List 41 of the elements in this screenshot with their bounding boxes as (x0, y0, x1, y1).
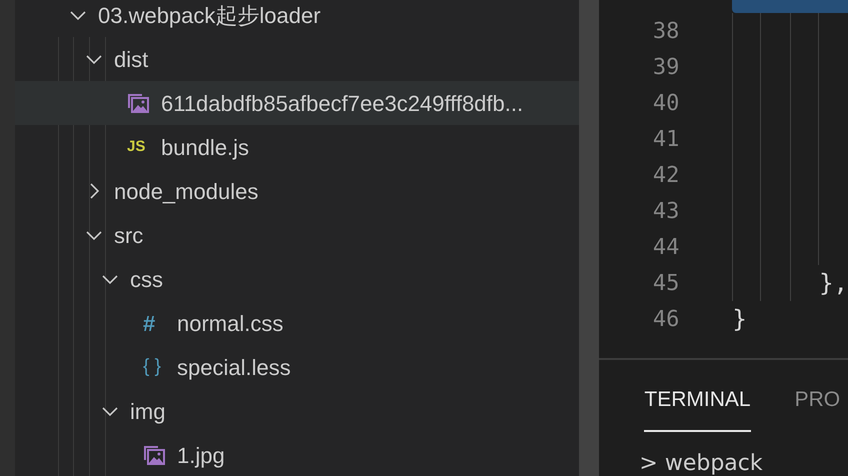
folder-item[interactable]: src (14, 213, 580, 257)
panel-tab[interactable]: TERMINAL (644, 384, 751, 432)
folder-item[interactable]: 03.webpack起步loader (14, 0, 580, 37)
item-label: img (130, 398, 166, 426)
folder-item[interactable]: css (14, 257, 580, 301)
file-item[interactable]: # normal.css (14, 301, 580, 345)
line-number: 46 (652, 306, 680, 334)
code-line: }, (818, 268, 848, 299)
line-number: 38 (652, 18, 680, 46)
code-line: } (732, 304, 747, 335)
line-number: 43 (652, 198, 680, 226)
file-item[interactable]: 1.jpg (14, 433, 580, 476)
folder-item[interactable]: node_modules (14, 169, 580, 213)
image-file-icon (142, 445, 165, 465)
item-label: 611dabdfb85afbecf7ee3c249fff8dfb... (160, 90, 524, 118)
line-number: 44 (652, 234, 680, 262)
item-label: dist (114, 46, 148, 74)
item-label: 03.webpack起步loader (98, 2, 321, 30)
item-label: node_modules (114, 178, 258, 206)
file-item[interactable]: JS bundle.js (14, 125, 580, 169)
braces-icon: { } (142, 352, 165, 382)
line-number: 39 (652, 54, 680, 82)
line-number: 42 (652, 162, 680, 190)
item-label: css (130, 266, 163, 294)
folder-item[interactable]: img (14, 389, 580, 433)
hash-icon: # (142, 306, 165, 340)
js-file-icon: JS (126, 136, 149, 158)
terminal-line: > webpack (638, 452, 764, 476)
image-file-icon (126, 93, 149, 113)
line-number: 40 (652, 90, 680, 118)
line-number: 45 (652, 270, 680, 298)
item-label: special.less (176, 354, 291, 382)
line-number: 41 (652, 126, 680, 154)
panel-tab[interactable]: PRO (794, 384, 840, 432)
item-label: src (114, 222, 144, 250)
item-label: bundle.js (160, 134, 250, 162)
item-label: normal.css (176, 310, 284, 338)
file-item[interactable]: 611dabdfb85afbecf7ee3c249fff8dfb... (14, 81, 580, 125)
file-item[interactable]: { } special.less (14, 345, 580, 389)
item-label: 1.jpg (176, 442, 225, 470)
folder-item[interactable]: dist (14, 37, 580, 81)
